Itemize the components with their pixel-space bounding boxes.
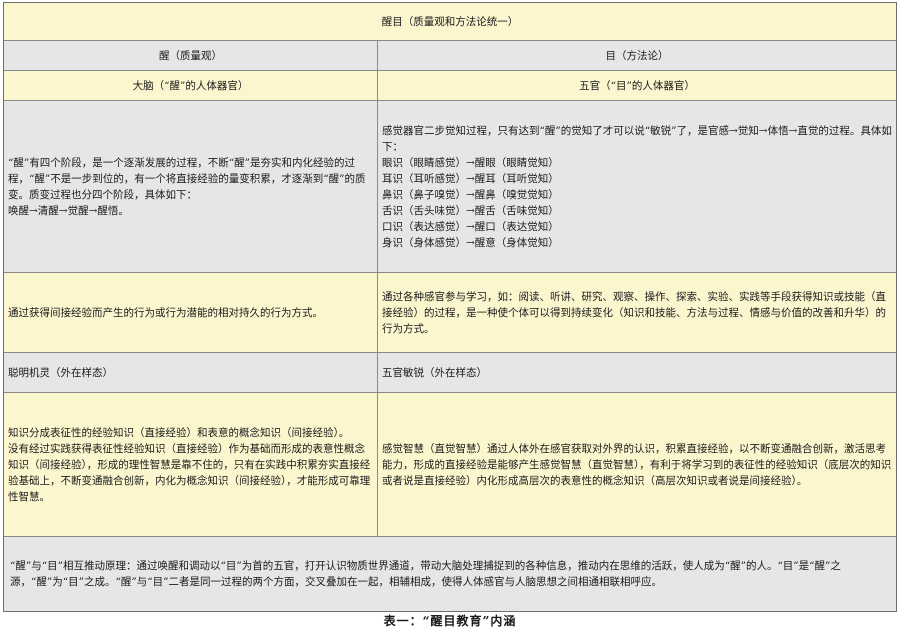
appearance-row: 聪明机灵（外在样态） 五官敏锐（外在样态） [4,353,896,393]
stages-row: “醒”有四个阶段，是一个逐渐发展的过程，不断“醒”是夯实和内化经验的过程，“醒”… [4,101,896,273]
table-caption: 表一：“醒目教育”内涵 [383,614,517,628]
summary-text: “醒”与“目”相互推动原理：通过唤醒和调动以“目”为首的五官，打开认识物质世界通… [10,560,841,588]
organ-brain: 大脑（“醒”的人体器官） [4,71,378,100]
stages-mu: 感觉器官二步觉知过程，只有达到“醒”的觉知了才可以说“敏锐”了，是官感→觉知→体… [378,101,896,272]
learning-xing-text: 通过获得间接经验而产生的行为或行为潜能的相对持久的行为方式。 [8,306,323,319]
learning-row: 通过获得间接经验而产生的行为或行为潜能的相对持久的行为方式。 通过各种感官参与学… [4,273,896,353]
wisdom-xing-text: 知识分成表征性的经验知识（直接经验）和表意的概念知识（间接经验）。 没有经过实践… [8,426,371,503]
table-title-row: 醒目（质量观和方法论统一） [4,3,896,41]
stages-xing-text: “醒”有四个阶段，是一个逐渐发展的过程，不断“醒”是夯实和内化经验的过程，“醒”… [8,156,366,217]
column-header-mu: 目（方法论） [378,41,896,70]
wisdom-xing: 知识分成表征性的经验知识（直接经验）和表意的概念知识（间接经验）。 没有经过实践… [4,393,378,536]
appearance-xing: 聪明机灵（外在样态） [4,353,378,392]
wisdom-row: 知识分成表征性的经验知识（直接经验）和表意的概念知识（间接经验）。 没有经过实践… [4,393,896,537]
table-title: 醒目（质量观和方法论统一） [4,3,896,40]
stages-xing: “醒”有四个阶段，是一个逐渐发展的过程，不断“醒”是夯实和内化经验的过程，“醒”… [4,101,378,272]
learning-xing: 通过获得间接经验而产生的行为或行为潜能的相对持久的行为方式。 [4,273,378,352]
organ-row: 大脑（“醒”的人体器官） 五官（“目”的人体器官） [4,71,896,101]
column-header-xing: 醒（质量观） [4,41,378,70]
concept-table: 醒目（质量观和方法论统一） 醒（质量观） 目（方法论） 大脑（“醒”的人体器官）… [3,2,897,612]
learning-mu-text: 通过各种感官参与学习，如：阅读、听讲、研究、观察、操作、探索、实验、实践等手段获… [382,290,886,335]
summary: “醒”与“目”相互推动原理：通过唤醒和调动以“目”为首的五官，打开认识物质世界通… [4,537,896,611]
wisdom-mu-text: 感觉智慧（直觉智慧）通过人体外在感官获取对外界的认识，积累直接经验，以不断变通融… [382,442,892,487]
appearance-mu: 五官敏锐（外在样态） [378,353,896,392]
stages-mu-text: 感觉器官二步觉知过程，只有达到“醒”的觉知了才可以说“敏锐”了，是官感→觉知→体… [382,124,892,249]
summary-row: “醒”与“目”相互推动原理：通过唤醒和调动以“目”为首的五官，打开认识物质世界通… [4,537,896,611]
organ-senses: 五官（“目”的人体器官） [378,71,896,100]
learning-mu: 通过各种感官参与学习，如：阅读、听讲、研究、观察、操作、探索、实验、实践等手段获… [378,273,896,352]
wisdom-mu: 感觉智慧（直觉智慧）通过人体外在感官获取对外界的认识，积累直接经验，以不断变通融… [378,393,896,536]
column-header-row: 醒（质量观） 目（方法论） [4,41,896,71]
